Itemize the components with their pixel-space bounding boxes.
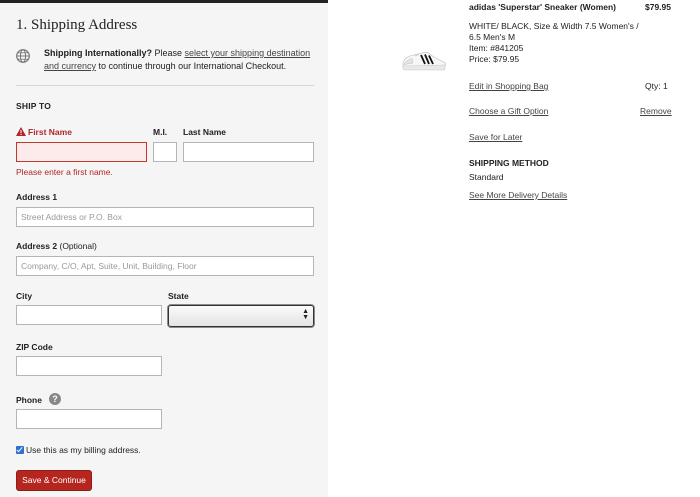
globe-icon (16, 49, 30, 63)
save-continue-button[interactable]: Save & Continue (16, 470, 92, 491)
city-field[interactable] (16, 305, 162, 325)
shipping-panel: 1. Shipping Address Shipping Internation… (0, 0, 328, 497)
remove-link[interactable]: Remove (640, 105, 672, 117)
intl-bold: Shipping Internationally? (44, 48, 152, 58)
intl-text: Shipping Internationally? Please select … (44, 47, 319, 73)
intl-text-before: Please (152, 48, 185, 58)
intl-text-after: to continue through our International Ch… (96, 61, 287, 71)
save-for-later-link[interactable]: Save for Later (469, 131, 522, 143)
zip-label: ZIP Code (16, 342, 53, 352)
product-price: Price: $79.95 (469, 54, 520, 64)
address2-optional: (Optional) (59, 241, 97, 251)
warning-icon (16, 127, 26, 136)
help-icon[interactable]: ? (49, 393, 61, 405)
quantity-label: Qty: 1 (645, 81, 668, 91)
section-title: 1. Shipping Address (16, 17, 138, 33)
select-arrows-icon: ▲ ▼ (302, 308, 309, 321)
delivery-details-link[interactable]: See More Delivery Details (469, 189, 567, 201)
address1-label: Address 1 (16, 192, 58, 202)
phone-field[interactable] (16, 409, 162, 429)
edit-in-bag-link[interactable]: Edit in Shopping Bag (469, 80, 548, 92)
billing-checkbox[interactable] (16, 446, 24, 454)
shipping-method-heading: SHIPPING METHOD (469, 158, 549, 168)
address2-field[interactable]: Company, C/O, Apt, Suite, Unit, Building… (16, 256, 314, 276)
state-select[interactable]: ▲ ▼ (168, 305, 314, 327)
last-name-field[interactable] (183, 142, 314, 162)
gift-option-link[interactable]: Choose a Gift Option (469, 105, 548, 117)
zip-field[interactable] (16, 356, 162, 376)
divider (16, 85, 314, 86)
billing-checkbox-label[interactable]: Use this as my billing address. (26, 445, 141, 455)
product-name[interactable]: adidas 'Superstar' Sneaker (Women) (469, 1, 616, 13)
first-name-label-text: First Name (28, 127, 72, 137)
sneaker-image (402, 51, 446, 71)
middle-initial-field[interactable] (153, 142, 177, 162)
address2-label: Address 2 (Optional) (16, 241, 97, 251)
product-total-price: $79.95 (645, 2, 671, 12)
ship-to-heading: SHIP TO (16, 101, 52, 111)
svg-text:?: ? (52, 394, 58, 404)
shipping-method-value: Standard (469, 172, 504, 182)
address1-field[interactable]: Street Address or P.O. Box (16, 207, 314, 227)
last-name-label: Last Name (183, 127, 226, 137)
city-label: City (16, 291, 33, 301)
first-name-field[interactable] (16, 142, 147, 162)
middle-initial-label: M.I. (153, 127, 168, 137)
address2-label-text: Address 2 (16, 241, 58, 251)
phone-label: Phone (16, 395, 42, 405)
first-name-label: First Name (16, 127, 72, 137)
state-label: State (168, 291, 189, 301)
first-name-error: Please enter a first name. (16, 167, 113, 177)
